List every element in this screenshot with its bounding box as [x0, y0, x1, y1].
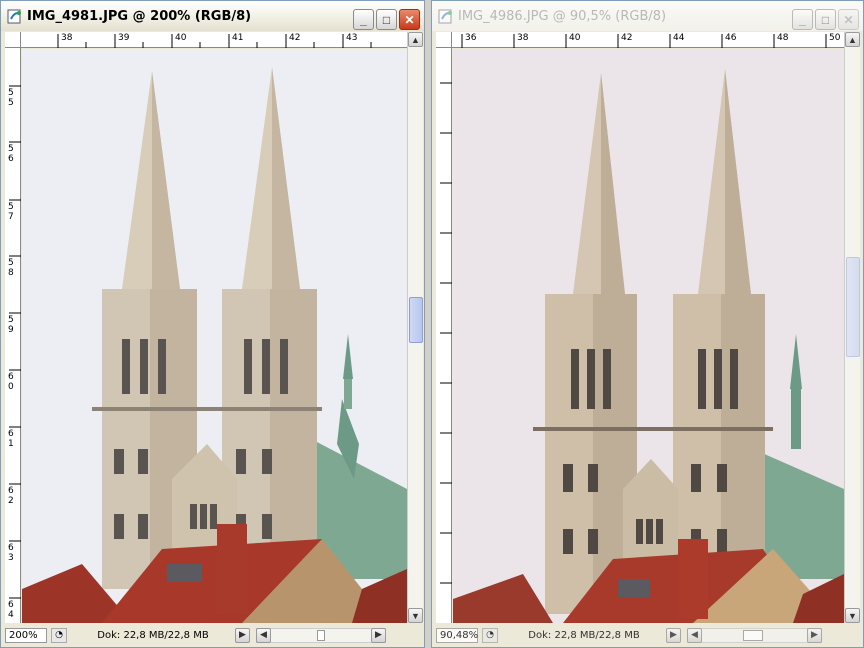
church-photo	[453, 49, 844, 623]
vertical-scrollbar[interactable]: ▲ ▼	[407, 32, 423, 623]
horizontal-scrollbar[interactable]: ◀ ▶	[256, 627, 386, 643]
ruler-label: 5	[8, 202, 14, 212]
vertical-scrollbar[interactable]: ▲ ▼	[844, 32, 860, 623]
maximize-button[interactable]: □	[376, 9, 397, 30]
scroll-left-button[interactable]: ◀	[687, 627, 702, 643]
ruler-label: 6	[8, 543, 14, 553]
title-bar[interactable]: IMG_4981.JPG @ 200% (RGB/8) _ □ ✕	[1, 1, 424, 31]
ruler-label: 36	[465, 33, 477, 43]
ruler-label: 3	[8, 553, 14, 563]
ruler-label: 40	[569, 33, 581, 43]
ruler-label: 9	[8, 325, 14, 335]
ruler-label: 50	[829, 33, 841, 43]
image-canvas[interactable]	[22, 49, 407, 623]
ruler-label: 5	[8, 98, 14, 108]
ruler-label: 6	[8, 600, 14, 610]
document-size-info: Dok: 22,8 MB/22,8 MB	[528, 629, 640, 641]
scroll-thumb[interactable]	[846, 257, 860, 357]
image-canvas[interactable]	[453, 49, 844, 623]
status-menu-arrow-button[interactable]: ▶	[666, 627, 681, 643]
photoshop-document-icon	[438, 9, 452, 24]
scroll-right-button[interactable]: ▶	[371, 627, 386, 643]
ruler-label: 6	[8, 154, 14, 164]
scroll-right-button[interactable]: ▶	[807, 627, 822, 643]
document-size-info: Dok: 22,8 MB/22,8 MB	[97, 629, 209, 641]
document-status-icon[interactable]: ◔	[482, 627, 498, 643]
ruler-label: 43	[346, 33, 358, 43]
scroll-down-button[interactable]: ▼	[408, 608, 423, 623]
window-title: IMG_4986.JPG @ 90,5% (RGB/8)	[458, 8, 667, 24]
close-button[interactable]: ✕	[838, 9, 859, 30]
ruler-label: 40	[175, 33, 187, 43]
ruler-label: 38	[61, 33, 73, 43]
ruler-label: 7	[8, 212, 14, 222]
horizontal-scroll-thumb[interactable]	[743, 629, 763, 641]
document-window-left[interactable]: IMG_4981.JPG @ 200% (RGB/8) _ □ ✕ 38 39 …	[0, 0, 425, 648]
photoshop-document-icon	[7, 9, 21, 24]
status-bar: 90,48% ◔ Dok: 22,8 MB/22,8 MB ▶ ◀ ▶	[436, 627, 822, 643]
ruler-label: 6	[8, 372, 14, 382]
scroll-left-button[interactable]: ◀	[256, 627, 271, 643]
horizontal-scrollbar[interactable]: ◀ ▶	[687, 627, 822, 643]
document-status-icon[interactable]: ◔	[51, 627, 67, 643]
ruler-label: 38	[517, 33, 529, 43]
status-menu-arrow-button[interactable]: ▶	[235, 627, 250, 643]
status-bar: 200% ◔ Dok: 22,8 MB/22,8 MB ▶ ◀ ▶	[5, 627, 386, 643]
vertical-ruler	[436, 48, 452, 623]
ruler-label: 42	[289, 33, 301, 43]
scroll-up-button[interactable]: ▲	[408, 32, 423, 47]
ruler-label: 46	[725, 33, 737, 43]
ruler-label: 4	[8, 610, 14, 620]
scroll-thumb[interactable]	[409, 297, 423, 343]
ruler-label: 5	[8, 258, 14, 268]
ruler-label: 8	[8, 268, 14, 278]
ruler-label: 2	[8, 496, 14, 506]
ruler-label: 6	[8, 486, 14, 496]
ruler-label: 5	[8, 315, 14, 325]
ruler-label: 41	[232, 33, 244, 43]
ruler-label: 6	[8, 429, 14, 439]
maximize-button[interactable]: □	[815, 9, 836, 30]
ruler-label: 0	[8, 382, 14, 392]
ruler-label: 48	[777, 33, 789, 43]
church-photo	[22, 49, 407, 623]
ruler-label: 42	[621, 33, 633, 43]
document-window-right[interactable]: IMG_4986.JPG @ 90,5% (RGB/8) _ □ ✕ 36 38…	[431, 0, 864, 648]
minimize-button[interactable]: _	[353, 9, 374, 30]
ruler-label: 39	[118, 33, 130, 43]
ruler-label: 1	[8, 439, 14, 449]
title-bar[interactable]: IMG_4986.JPG @ 90,5% (RGB/8) _ □ ✕	[432, 1, 863, 31]
vertical-ruler: 5 5 5 6 5 7 5 8 5 9 6 0 6 1 6 2 6 3 6 4	[5, 48, 21, 623]
zoom-input[interactable]: 200%	[5, 627, 47, 643]
ruler-label: 5	[8, 144, 14, 154]
close-button[interactable]: ✕	[399, 9, 420, 30]
ruler-corner[interactable]	[436, 32, 452, 48]
ruler-label: 44	[673, 33, 685, 43]
scroll-down-button[interactable]: ▼	[845, 608, 860, 623]
scroll-up-button[interactable]: ▲	[845, 32, 860, 47]
horizontal-scroll-thumb[interactable]	[317, 629, 325, 641]
ruler-label: 5	[8, 88, 14, 98]
horizontal-ruler: 38 39 40 41 42 43	[21, 32, 407, 48]
zoom-input[interactable]: 90,48%	[436, 627, 478, 643]
ruler-corner[interactable]	[5, 32, 21, 48]
minimize-button[interactable]: _	[792, 9, 813, 30]
horizontal-ruler: 36 38 40 42 44 46 48 50	[452, 32, 844, 48]
window-title: IMG_4981.JPG @ 200% (RGB/8)	[27, 8, 252, 24]
